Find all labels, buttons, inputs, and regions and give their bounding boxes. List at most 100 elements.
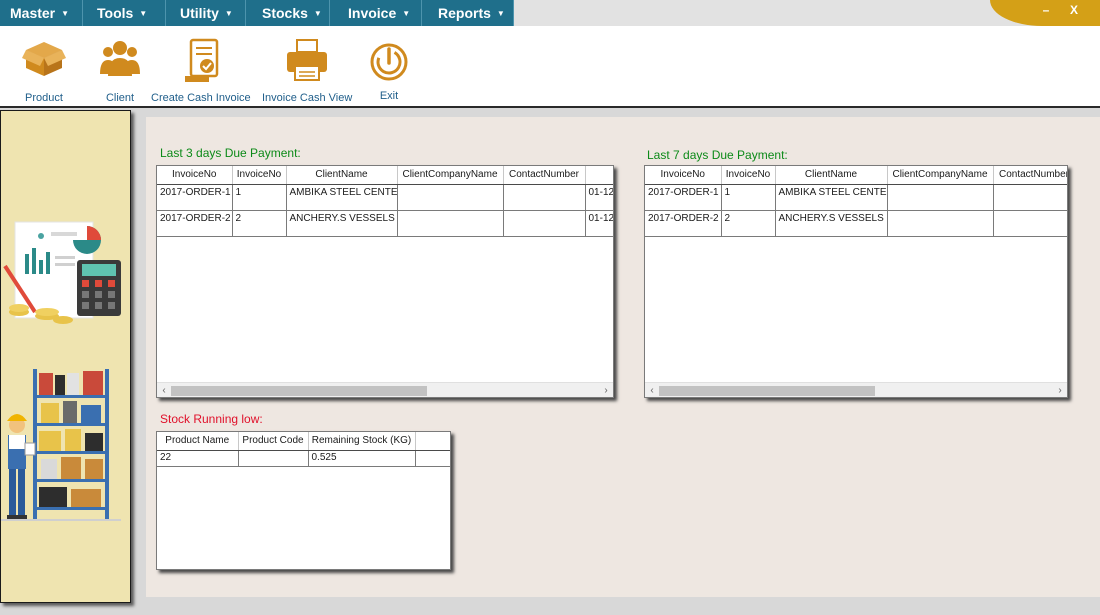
column-header[interactable]: InvoiceNo (645, 166, 722, 185)
menu-reports[interactable]: Reports ▼ (422, 0, 514, 26)
due3-grid[interactable]: InvoiceNo InvoiceNo ClientName ClientCom… (156, 165, 614, 398)
cell[interactable]: 2 (721, 210, 776, 237)
menu-tools[interactable]: Tools ▼ (83, 0, 166, 26)
cell[interactable]: 2017-ORDER-2 (157, 210, 233, 237)
client-label: Client (105, 92, 135, 104)
invoice-cash-view-button[interactable]: Invoice Cash View (262, 36, 352, 104)
menu-bar: Master ▼ Tools ▼ Utility ▼ Stocks ▼ Invoice ▼… (0, 0, 1100, 26)
due7-horizontal-scrollbar[interactable]: ‹ › (645, 382, 1067, 397)
cell[interactable]: ANCHERY.S VESSELS (286, 210, 398, 237)
product-label: Product (25, 92, 63, 104)
scroll-thumb[interactable] (659, 386, 875, 396)
cell[interactable]: 2 (232, 210, 287, 237)
table-row[interactable]: 2017-ORDER-1 1 AMBIKA STEEL CENTER 01-12 (157, 184, 613, 211)
scroll-right-icon[interactable]: › (1053, 383, 1067, 397)
scroll-left-icon[interactable]: ‹ (645, 383, 659, 397)
column-header[interactable]: Product Code (238, 432, 309, 451)
column-header[interactable]: ClientName (775, 166, 888, 185)
cell[interactable] (887, 210, 994, 237)
create-cash-invoice-button[interactable]: Create Cash Invoice (151, 36, 251, 104)
exit-button[interactable]: Exit (368, 36, 410, 102)
due7-grid[interactable]: InvoiceNo InvoiceNo ClientName ClientCom… (644, 165, 1068, 398)
dashboard-main: Last 3 days Due Payment: InvoiceNo Invoi… (146, 117, 1100, 597)
table-row[interactable]: 2017-ORDER-2 2 ANCHERY.S VESSELS (645, 210, 1067, 237)
cell[interactable] (397, 210, 504, 237)
cell[interactable] (503, 210, 586, 237)
cell[interactable] (993, 210, 1067, 237)
cell[interactable]: ANCHERY.S VESSELS (775, 210, 888, 237)
cell[interactable] (415, 450, 450, 467)
cell[interactable]: 01-12 (585, 184, 613, 211)
chevron-down-icon: ▼ (139, 8, 148, 18)
cell[interactable]: 2017-ORDER-1 (157, 184, 233, 211)
finance-illustration (3, 221, 121, 324)
menu-stocks[interactable]: Stocks ▼ (246, 0, 330, 26)
menu-master[interactable]: Master ▼ (0, 0, 83, 26)
column-header[interactable]: ContactNumber (993, 166, 1067, 185)
chevron-down-icon: ▼ (313, 8, 322, 18)
cell[interactable]: 1 (721, 184, 776, 211)
column-header[interactable]: InvoiceNo (232, 166, 287, 185)
menu-reports-label: Reports (438, 5, 491, 21)
minimize-button[interactable]: – (1034, 0, 1058, 20)
cell[interactable]: 2017-ORDER-1 (645, 184, 722, 211)
menu-invoice[interactable]: Invoice ▼ (330, 0, 422, 26)
menu-utility[interactable]: Utility ▼ (166, 0, 246, 26)
menu-tools-label: Tools (97, 5, 134, 21)
menu-utility-label: Utility (180, 5, 219, 21)
toolbar: Product Client Create Cash Invoice Invoi… (0, 26, 1100, 108)
due3-title: Last 3 days Due Payment: (160, 146, 301, 160)
box-icon (22, 42, 66, 76)
column-header[interactable]: ContactNumber (503, 166, 586, 185)
chevron-down-icon: ▼ (224, 8, 233, 18)
cell[interactable]: AMBIKA STEEL CENTER (286, 184, 398, 211)
column-header[interactable]: ClientCompanyName (887, 166, 994, 185)
printer-icon (287, 39, 328, 81)
scroll-left-icon[interactable]: ‹ (157, 383, 171, 397)
cell[interactable]: 22 (157, 450, 239, 467)
menu-master-label: Master (10, 5, 56, 21)
column-header[interactable]: Remaining Stock (KG) (308, 432, 416, 451)
scroll-right-icon[interactable]: › (599, 383, 613, 397)
menu-invoice-label: Invoice (348, 5, 397, 21)
cell[interactable] (238, 450, 309, 467)
client-button[interactable]: Client (98, 36, 142, 104)
cell[interactable] (993, 184, 1067, 211)
column-header[interactable]: Product Name (157, 432, 239, 451)
cell[interactable]: 1 (232, 184, 287, 211)
power-icon (370, 43, 408, 81)
column-header[interactable]: ClientName (286, 166, 398, 185)
column-header[interactable]: B (585, 166, 613, 185)
column-header[interactable]: InvoiceNo (157, 166, 233, 185)
cell[interactable] (397, 184, 504, 211)
cell[interactable]: 2017-ORDER-2 (645, 210, 722, 237)
scroll-thumb[interactable] (171, 386, 427, 396)
close-button[interactable]: X (1062, 0, 1086, 20)
table-row[interactable]: 2017-ORDER-1 1 AMBIKA STEEL CENTER (645, 184, 1067, 211)
due7-header-row: InvoiceNo InvoiceNo ClientName ClientCom… (645, 166, 1067, 185)
app-window: Master ▼ Tools ▼ Utility ▼ Stocks ▼ Invoice ▼… (0, 0, 1100, 615)
table-row[interactable]: 2017-ORDER-2 2 ANCHERY.S VESSELS 01-12 (157, 210, 613, 237)
column-header[interactable] (415, 432, 450, 451)
side-panel (0, 110, 131, 603)
cell[interactable]: 0.525 (308, 450, 416, 467)
cell[interactable]: AMBIKA STEEL CENTER (775, 184, 888, 211)
warehouse-illustration (1, 369, 121, 521)
chevron-down-icon: ▼ (402, 8, 411, 18)
cell[interactable] (503, 184, 586, 211)
stock-header-row: Product Name Product Code Remaining Stoc… (157, 432, 450, 451)
cell[interactable] (887, 184, 994, 211)
cell[interactable]: 01-12 (585, 210, 613, 237)
table-row[interactable]: 22 0.525 (157, 450, 450, 467)
due7-title: Last 7 days Due Payment: (647, 148, 788, 162)
column-header[interactable]: ClientCompanyName (397, 166, 504, 185)
column-header[interactable]: InvoiceNo (721, 166, 776, 185)
invoice-cash-view-label: Invoice Cash View (262, 92, 353, 104)
users-icon (100, 41, 140, 76)
create-cash-invoice-label: Create Cash Invoice (151, 92, 251, 104)
due3-header-row: InvoiceNo InvoiceNo ClientName ClientCom… (157, 166, 613, 185)
due3-horizontal-scrollbar[interactable]: ‹ › (157, 382, 613, 397)
stock-grid[interactable]: Product Name Product Code Remaining Stoc… (156, 431, 451, 570)
chevron-down-icon: ▼ (61, 8, 70, 18)
product-button[interactable]: Product (22, 36, 66, 104)
